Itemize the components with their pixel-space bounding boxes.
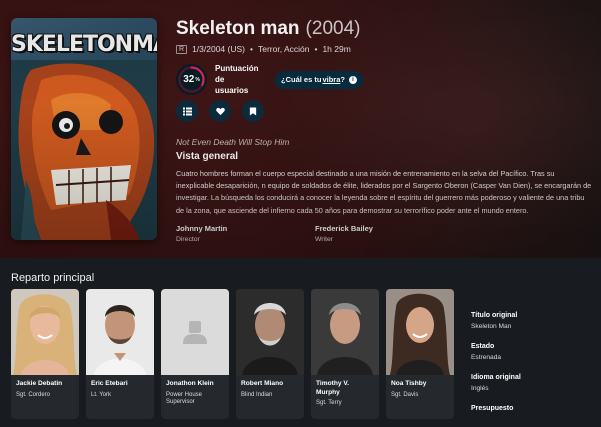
fact-value-status: Estrenada [471, 354, 502, 361]
cast-role: Lt. York [91, 391, 112, 398]
cast-photo-timothy-v-murphy [311, 289, 379, 375]
vibe-button[interactable]: ¿Cuál es tu vibra ? i [275, 70, 363, 89]
movie-title[interactable]: Skeleton man [176, 18, 300, 40]
user-score-chart[interactable]: 32% [176, 64, 207, 95]
cast-card[interactable]: Jonathon Klein Power House Supervisor [161, 289, 229, 419]
cast-photo-jackie-debatin [11, 289, 79, 375]
cast-photo[interactable] [236, 289, 304, 375]
movie-details: Skeleton man (2004) R 1/3/2004 (US) • Te… [176, 18, 592, 243]
vibe-suffix: ? [340, 75, 345, 84]
info-icon: i [348, 75, 357, 84]
cast-card[interactable]: Timothy V. Murphy Sgt. Terry [311, 289, 379, 419]
score-row: 32% Puntuación de usuarios ¿Cuál es tu v… [176, 63, 363, 96]
tagline: Not Even Death Will Stop Him [176, 137, 290, 147]
cast-name[interactable]: Noa Tishby [386, 375, 454, 389]
movie-facts: R 1/3/2004 (US) • Terror, Acción • 1h 29… [176, 44, 592, 54]
cast-role: Sgt. Cordero [16, 391, 51, 398]
cast-photo-noa-tishby [386, 289, 454, 375]
cast-photo-eric-etebari [86, 289, 154, 375]
vibe-prefix: ¿Cuál es tu [281, 75, 322, 84]
cast-card[interactable]: Robert Miano Blind Indian [236, 289, 304, 419]
title-row: Skeleton man (2004) [176, 18, 592, 40]
crew-item: Johnny Martin Director [176, 224, 315, 243]
poster-skull-art [11, 60, 157, 240]
release-date: 1/3/2004 (US) [192, 44, 245, 54]
runtime: 1h 29m [322, 44, 351, 54]
movie-year: (2004) [305, 18, 361, 39]
score-percent-sign: % [195, 76, 200, 83]
poster-logo: SKELETONMAN [11, 32, 157, 57]
overview-heading: Vista general [176, 151, 239, 162]
score-value: 32% [176, 64, 207, 95]
add-to-list-button[interactable] [176, 100, 198, 122]
cast-name[interactable]: Robert Miano [236, 375, 304, 389]
watchlist-button[interactable] [242, 100, 264, 122]
cast-role: Sgt. Terry [316, 400, 342, 406]
fact-label-original-language: Idioma original [471, 374, 521, 381]
fact-value-original-language: Inglés [471, 385, 489, 392]
overview-text: Cuatro hombres forman el cuerpo especial… [176, 169, 592, 215]
bookmark-icon [249, 106, 257, 116]
score-label: Puntuación de usuarios [215, 64, 259, 95]
fact-separator: • [249, 44, 253, 54]
cast-photo-placeholder[interactable] [161, 289, 229, 375]
heart-icon [215, 107, 225, 115]
person-placeholder-icon [183, 321, 207, 344]
movie-poster[interactable]: SKELETONMAN [11, 18, 157, 240]
vibe-link[interactable]: vibra [322, 75, 340, 84]
cast-role: Power House Supervisor [166, 391, 203, 406]
cast-name[interactable]: Jonathon Klein [161, 375, 229, 389]
genres[interactable]: Terror, Acción [258, 44, 310, 54]
cast-photo-robert-miano [236, 289, 304, 375]
cast-name[interactable]: Jackie Debatin [11, 375, 79, 389]
crew-role: Writer [315, 236, 333, 243]
fact-label-status: Estado [471, 343, 495, 350]
crew-name[interactable]: Johnny Martin [176, 224, 315, 233]
list-icon [182, 107, 192, 115]
movie-header: SKELETONMAN Skeleton man (2004) R 1/3/20… [0, 0, 601, 258]
certification-badge: R [176, 44, 188, 54]
action-buttons [176, 100, 264, 122]
fact-label-budget: Presupuesto [471, 405, 514, 412]
cast-name[interactable]: Timothy V. Murphy [311, 375, 379, 397]
favorite-button[interactable] [209, 100, 231, 122]
facts-sidebar: Título original Skeleton Man Estado Estr… [471, 312, 591, 412]
crew-list: Johnny Martin Director Frederick Bailey … [176, 224, 454, 243]
cast-card[interactable]: Jackie Debatin Sgt. Cordero [11, 289, 79, 419]
fact-value-original-title: Skeleton Man [471, 323, 512, 330]
cast-role: Sgt. Davis [391, 391, 419, 398]
crew-name[interactable]: Frederick Bailey [315, 224, 454, 233]
cast-card[interactable]: Eric Etebari Lt. York [86, 289, 154, 419]
cast-photo[interactable] [11, 289, 79, 375]
cast-name[interactable]: Eric Etebari [86, 375, 154, 389]
cast-card[interactable]: Noa Tishby Sgt. Davis [386, 289, 454, 419]
cast-photo[interactable] [386, 289, 454, 375]
cast-photo[interactable] [86, 289, 154, 375]
fact-label-original-title: Título original [471, 312, 518, 319]
fact-separator: • [314, 44, 318, 54]
score-number: 32 [183, 74, 195, 85]
cast-role: Blind Indian [241, 391, 273, 398]
crew-role: Director [176, 236, 200, 243]
cast-photo[interactable] [311, 289, 379, 375]
cast-heading: Reparto principal [11, 272, 95, 284]
crew-item: Frederick Bailey Writer [315, 224, 454, 243]
cast-list: Jackie Debatin Sgt. Cordero Eric Etebari… [11, 289, 454, 419]
